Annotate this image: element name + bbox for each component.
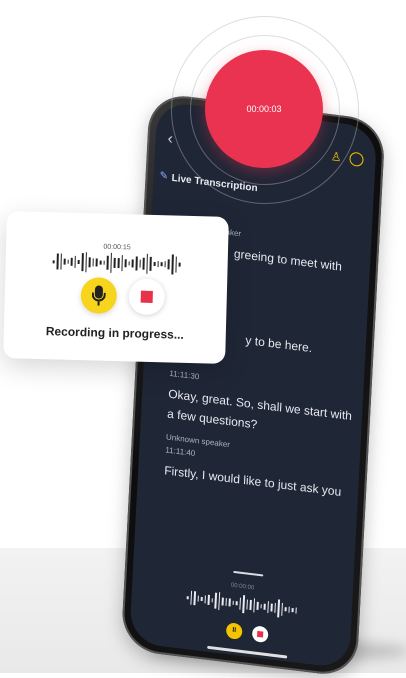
waveform-bar (284, 607, 287, 612)
waveform-bar (200, 597, 203, 601)
waveform-bar (99, 260, 102, 265)
waveform-bar (280, 602, 283, 616)
waveform-bar (266, 600, 269, 614)
waveform-bar (197, 595, 199, 602)
waveform-bar (124, 258, 127, 268)
waveform-bar (81, 253, 84, 271)
waveform-bar (67, 259, 69, 264)
waveform-bar (56, 253, 59, 270)
waveform-bar (193, 590, 196, 606)
waveform-bar (113, 257, 116, 269)
waveform-bar (157, 260, 159, 268)
card-waveform (5, 249, 227, 277)
waveform-bar (139, 259, 141, 269)
waveform-bar (70, 257, 73, 266)
waveform-bar (186, 595, 189, 599)
waveform-bar (174, 256, 177, 273)
waveform-bar (277, 599, 280, 618)
waveform-bar (260, 604, 262, 608)
waveform-bar (149, 256, 152, 272)
waveform-bar (95, 258, 98, 267)
waveform-bar (242, 595, 245, 613)
edit-pen-icon[interactable]: ✎ (159, 170, 168, 182)
waveform-bar (221, 597, 224, 606)
waveform-bar (52, 259, 55, 263)
waveform-bar (294, 607, 297, 614)
recording-timer: 00:00:03 (246, 104, 282, 114)
waveform-bar (256, 601, 259, 611)
waveform-bar (59, 253, 62, 270)
waveform-bar (135, 256, 138, 271)
waveform-bar (270, 603, 273, 612)
waveform-bar (228, 598, 231, 607)
waveform-bar (249, 599, 252, 611)
waveform-bar (287, 606, 290, 613)
waveform-bar (171, 254, 174, 275)
waveform-bar (235, 601, 238, 605)
waveform-bar (160, 261, 163, 267)
waveform-bar (153, 262, 156, 266)
waveform-bar (78, 260, 80, 264)
waveform-bar (263, 603, 266, 611)
waveform-bar (117, 257, 120, 269)
waveform-bar (273, 602, 276, 614)
stop-button[interactable] (251, 625, 269, 644)
waveform-bar (204, 595, 206, 604)
recording-card: 00:00:15 Recording in progress... (3, 211, 229, 364)
drag-handle[interactable] (233, 570, 264, 577)
waveform-bar (252, 598, 256, 613)
waveform-bar (74, 256, 77, 268)
waveform-bar (103, 261, 105, 265)
stop-recording-button[interactable] (128, 278, 166, 316)
waveform-bar (238, 597, 242, 611)
recording-timer-bubble[interactable]: 00:00:03 (205, 50, 323, 168)
waveform-bar (217, 591, 221, 611)
transcript-entry: Unknown speaker 11:11:40 Firstly, I woul… (164, 432, 350, 502)
waveform-bar (128, 261, 131, 265)
waveform-bar (164, 261, 167, 268)
waveform-bar (232, 600, 234, 606)
microphone-button[interactable] (80, 277, 118, 315)
waveform-bar (142, 257, 145, 270)
recording-status: Recording in progress... (45, 324, 184, 342)
waveform-bar (167, 259, 170, 270)
waveform-bar (63, 258, 66, 265)
waveform-bar (88, 257, 91, 267)
waveform-bar (131, 259, 134, 267)
waveform-bar (106, 255, 109, 270)
waveform-bar (207, 594, 210, 606)
waveform-bar (121, 255, 124, 272)
waveform-bar (214, 592, 217, 609)
waveform-bar (291, 607, 294, 613)
waveform-bar (85, 252, 88, 273)
pause-button[interactable]: II (225, 622, 243, 640)
waveform-bar (178, 262, 181, 267)
waveform-bar (92, 258, 95, 267)
waveform-bar (189, 590, 193, 606)
waveform-bar (110, 253, 113, 273)
waveform-bar (146, 253, 149, 275)
waveform-bar (245, 599, 248, 610)
waveform-bar (211, 598, 213, 602)
transcript-entry: 11:11:30 Okay, great. So, shall we start… (167, 365, 354, 446)
stop-icon (140, 290, 153, 303)
waveform-bar (224, 598, 227, 606)
